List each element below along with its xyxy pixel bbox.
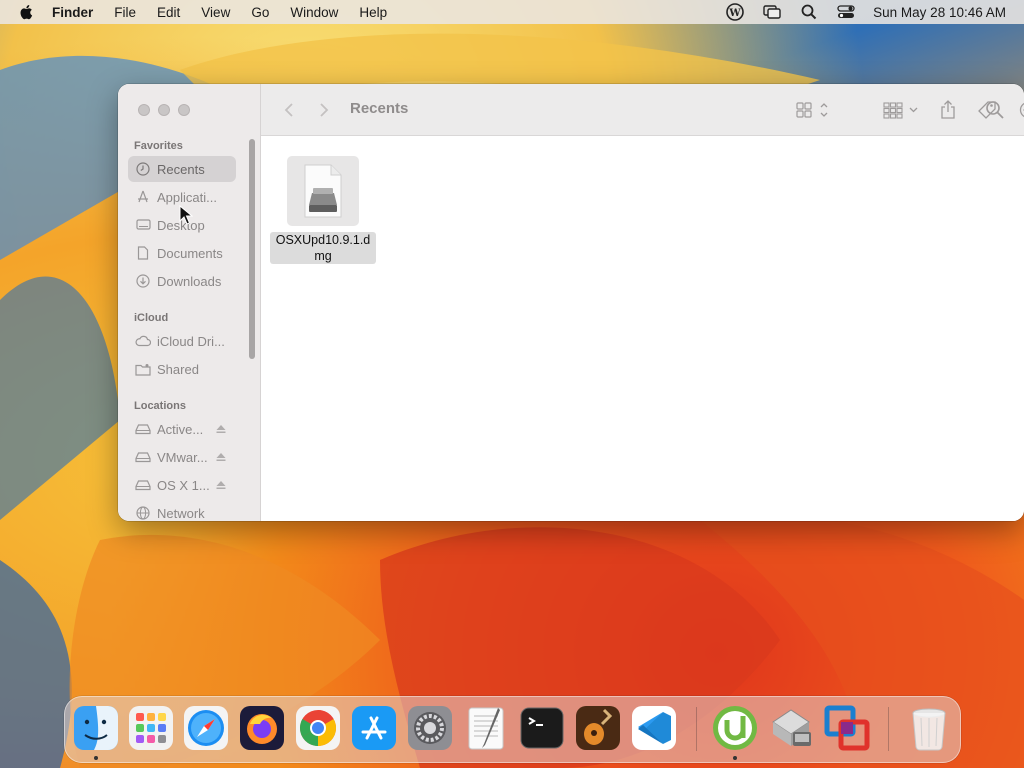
sidebar-item-recents[interactable]: Recents	[128, 156, 236, 182]
eject-icon[interactable]	[214, 478, 228, 492]
ellipsis-circle-icon	[1019, 102, 1024, 118]
menu-window[interactable]: Window	[290, 5, 338, 20]
more-actions-button[interactable]	[1019, 99, 1024, 121]
menu-app-name[interactable]: Finder	[52, 5, 93, 20]
sidebar-item-location-vmware[interactable]: VMwar...	[128, 444, 236, 470]
sidebar-scrollbar[interactable]	[249, 139, 255, 359]
downloads-icon	[135, 273, 151, 289]
window-controls	[138, 104, 198, 116]
garageband-app-icon[interactable]	[574, 704, 622, 752]
sidebar-item-location-osx[interactable]: OS X 1...	[128, 472, 236, 498]
chrome-app-icon[interactable]	[294, 704, 342, 752]
clock-icon	[135, 161, 151, 177]
vmware-fusion-app-icon[interactable]	[823, 704, 871, 752]
sidebar-item-label: VMwar...	[157, 449, 208, 465]
view-mode-button[interactable]	[796, 99, 830, 121]
apple-logo-icon[interactable]	[18, 3, 36, 21]
menu-view[interactable]: View	[201, 5, 230, 20]
applications-icon	[135, 189, 151, 205]
finder-toolbar: Recents	[261, 84, 1024, 136]
share-icon	[941, 100, 955, 119]
zoom-window-button[interactable]	[178, 104, 190, 116]
search-button[interactable]	[985, 100, 1005, 120]
chevron-right-icon	[320, 103, 329, 117]
finder-sidebar: Favorites Recents Applicati... Desktop D…	[118, 84, 261, 521]
shared-folder-icon	[135, 361, 151, 377]
trash-app-icon[interactable]	[905, 704, 953, 752]
sidebar-section-favorites: Favorites	[134, 140, 183, 152]
globe-icon	[135, 505, 151, 521]
menu-file[interactable]: File	[114, 5, 136, 20]
wordpress-icon[interactable]: W	[726, 3, 744, 21]
sidebar-item-location-active[interactable]: Active...	[128, 416, 236, 442]
sidebar-item-downloads[interactable]: Downloads	[128, 268, 236, 294]
menu-go[interactable]: Go	[251, 5, 269, 20]
sidebar-item-label: Downloads	[157, 273, 222, 289]
share-button[interactable]	[939, 99, 957, 121]
menu-help[interactable]: Help	[359, 5, 387, 20]
cloud-icon	[135, 333, 151, 349]
menu-clock[interactable]: Sun May 28 10:46 AM	[873, 5, 1006, 20]
window-title: Recents	[350, 100, 409, 117]
sidebar-item-label: Active...	[157, 421, 204, 437]
eject-icon[interactable]	[214, 450, 228, 464]
sidebar-item-label: Documents	[157, 245, 223, 261]
safari-app-icon[interactable]	[182, 704, 230, 752]
app-store-app-icon[interactable]	[350, 704, 398, 752]
disk-icon	[135, 477, 151, 493]
svg-text:W: W	[729, 8, 742, 19]
sidebar-section-locations: Locations	[134, 400, 186, 412]
menu-bar: Finder File Edit View Go Window Help W S…	[0, 0, 1024, 24]
dock	[64, 696, 961, 763]
search-icon	[986, 101, 1004, 119]
sidebar-item-label: Applicati...	[157, 189, 217, 205]
back-button[interactable]	[283, 99, 295, 121]
sidebar-item-shared[interactable]: Shared	[128, 356, 236, 382]
running-indicator	[733, 756, 737, 760]
finder-window: Favorites Recents Applicati... Desktop D…	[118, 84, 1024, 521]
file-browser-area[interactable]: OSXUpd10.9.1.dmg	[261, 136, 1024, 521]
chevron-left-icon	[284, 103, 293, 117]
group-by-button[interactable]	[883, 99, 919, 121]
desktop-icon	[135, 217, 151, 233]
terminal-app-icon[interactable]	[518, 704, 566, 752]
sidebar-item-icloud-drive[interactable]: iCloud Dri...	[128, 328, 236, 354]
sidebar-item-label: iCloud Dri...	[157, 333, 225, 349]
firefox-app-icon[interactable]	[238, 704, 286, 752]
minimize-window-button[interactable]	[158, 104, 170, 116]
system-settings-app-icon[interactable]	[406, 704, 454, 752]
sidebar-item-label: Recents	[157, 161, 205, 177]
textedit-app-icon[interactable]	[462, 704, 510, 752]
boot-camp-assistant-app-icon[interactable]	[767, 704, 815, 752]
dock-separator	[696, 707, 697, 751]
sidebar-item-network[interactable]: Network	[128, 500, 236, 521]
launchpad-app-icon[interactable]	[127, 704, 175, 752]
sidebar-item-label: OS X 1...	[157, 477, 210, 493]
file-item[interactable]: OSXUpd10.9.1.dmg	[268, 156, 378, 265]
disk-icon	[135, 449, 151, 465]
spotlight-search-icon[interactable]	[800, 3, 818, 21]
utorrent-app-icon[interactable]	[711, 704, 759, 752]
document-icon	[135, 245, 151, 261]
icon-view-grid-icon	[796, 102, 828, 118]
control-center-icon[interactable]	[837, 3, 855, 21]
menu-edit[interactable]: Edit	[157, 5, 180, 20]
disk-image-file-icon[interactable]	[287, 156, 359, 226]
forward-button[interactable]	[318, 99, 330, 121]
disk-icon	[135, 421, 151, 437]
sidebar-section-icloud: iCloud	[134, 312, 169, 324]
running-indicator	[94, 756, 98, 760]
close-window-button[interactable]	[138, 104, 150, 116]
screen-mirroring-icon[interactable]	[763, 3, 781, 21]
sidebar-item-label: Network	[157, 505, 205, 521]
mouse-pointer-icon	[179, 205, 193, 225]
finder-app-icon[interactable]	[72, 704, 120, 752]
eject-icon[interactable]	[214, 422, 228, 436]
dock-separator	[888, 707, 889, 751]
vscode-app-icon[interactable]	[630, 704, 678, 752]
file-name[interactable]: OSXUpd10.9.1.dmg	[270, 232, 376, 264]
sidebar-item-label: Shared	[157, 361, 199, 377]
sidebar-item-documents[interactable]: Documents	[128, 240, 236, 266]
group-grid-icon	[883, 102, 918, 119]
